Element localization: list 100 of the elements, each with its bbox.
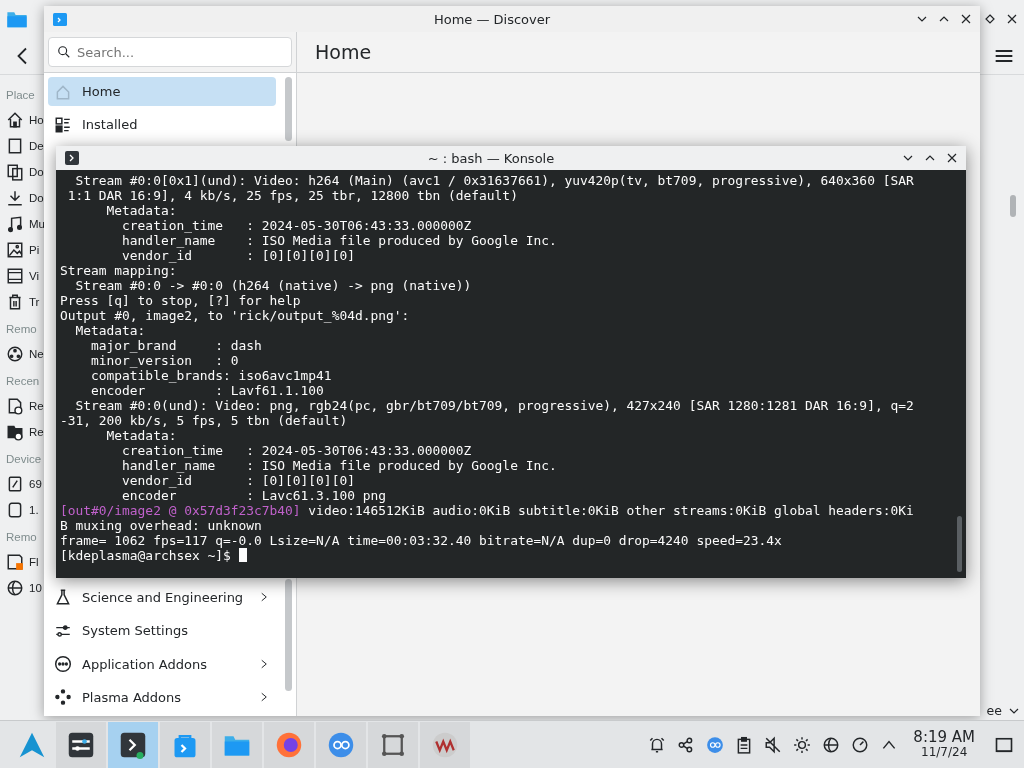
places-section-header: Recen <box>6 375 40 389</box>
terminal-line: Metadata: <box>105 203 177 218</box>
gauge-icon <box>851 735 870 754</box>
scrollbar-thumb[interactable] <box>284 77 292 141</box>
globe-icon <box>822 735 841 754</box>
globe-icon <box>6 579 24 597</box>
sliders-icon <box>67 730 95 759</box>
close-button[interactable] <box>960 13 972 25</box>
clock[interactable]: 8:19 AM 11/7/24 <box>913 729 975 760</box>
place-item[interactable]: Mu <box>29 218 45 230</box>
terminal-line: compatible_brands: iso6avc1mp41 <box>90 368 332 383</box>
terminal-line: creation_time : 2024-05-30T06:43:33.000000Z <box>121 218 472 233</box>
sidebar-item[interactable]: Science and Engineering <box>48 582 276 612</box>
terminal-line: Stream #0:0 -> #0:0 (h264 (native) -> png (native)) <box>74 278 472 293</box>
sidebar-item[interactable]: Installed <box>48 110 276 140</box>
task-button[interactable] <box>264 721 314 768</box>
sidebar-item[interactable]: System Settings <box>48 616 276 646</box>
terminal-line: 1:1 DAR 16:9], 4 kb/s, 25 fps, 25 tbr, 12800 tbn (default) <box>66 188 518 203</box>
window-title: ~ : bash — Konsole <box>426 150 556 166</box>
documents-icon <box>6 163 24 181</box>
task-button[interactable] <box>56 721 106 768</box>
places-section-header: Remo <box>6 323 37 337</box>
terminal-line: handler_name : ISO Media file produced by Google Inc. <box>121 458 557 473</box>
house-icon <box>6 111 24 129</box>
terminal-line: vendor_id : [0][0][0][0] <box>121 248 355 263</box>
recent-folder-icon <box>6 423 24 441</box>
place-item[interactable]: 69 <box>29 478 42 490</box>
place-item[interactable]: 1. <box>29 504 39 516</box>
place-item[interactable]: De <box>29 140 44 152</box>
page-heading: Home <box>315 41 372 63</box>
terminal-icon <box>64 150 80 166</box>
place-item[interactable]: Pi <box>29 244 40 256</box>
terminal-line: encoder : Lavf61.1.100 <box>90 383 324 398</box>
list-icon <box>54 116 72 134</box>
muted-speaker-icon <box>764 735 783 754</box>
alarm-bell-icon <box>648 735 667 754</box>
terminal-line: Output #0, image2, to 'rick/output_%04d.png': <box>60 308 410 323</box>
scrollbar-thumb[interactable] <box>284 579 292 691</box>
terminal-line: Metadata: <box>74 323 146 338</box>
terminal-line: B muxing overhead: unknown <box>60 518 262 533</box>
task-button[interactable] <box>368 721 418 768</box>
recent-document-icon <box>6 397 24 415</box>
place-item[interactable]: 10 <box>29 582 42 594</box>
terminal-line: major_brand : dash <box>90 338 262 353</box>
drive-icon <box>6 475 24 493</box>
search-field[interactable]: Search... <box>48 37 292 67</box>
window-title: Home — Discover <box>432 11 552 27</box>
download-icon <box>6 189 24 207</box>
music-note-icon <box>6 215 24 233</box>
terminal-tag: [out#0/image2 @ 0x57d3f23c7b40] <box>60 503 301 518</box>
terminal-line: video:146512KiB audio:0KiB subtitle:0KiB other streams:0KiB global headers:0Ki <box>307 503 914 518</box>
task-button[interactable] <box>420 721 470 768</box>
sidebar-item[interactable]: Application Addons <box>48 649 276 679</box>
shopping-bag-icon <box>52 11 68 27</box>
places-section-header: Device <box>6 453 42 467</box>
trash-icon <box>6 293 24 311</box>
image-icon <box>6 241 24 259</box>
place-item[interactable]: Ho <box>29 114 44 126</box>
place-item[interactable]: Tr <box>29 296 40 308</box>
qb-icon <box>327 730 355 759</box>
sidebar-item[interactable]: Plasma Addons <box>48 682 276 712</box>
restore-button[interactable] <box>984 13 996 25</box>
document-icon <box>6 137 24 155</box>
terminal-line: creation_time : 2024-05-30T06:43:33.000000Z <box>121 443 472 458</box>
drive-icon <box>6 501 24 519</box>
place-item[interactable]: Re <box>29 426 44 438</box>
flask-icon <box>54 588 72 607</box>
terminal-line: Press [q] to stop, [?] for help <box>60 293 301 308</box>
terminal-line: encoder : Lavc61.3.100 png <box>121 488 386 503</box>
terminal-line: Metadata: <box>105 428 177 443</box>
floppy-icon <box>6 553 24 571</box>
status-text: ee <box>986 703 1002 718</box>
vm-logo-icon <box>431 730 459 759</box>
dots-icon <box>54 688 72 707</box>
terminal-line: [kdeplasma@archsex ~]$ <box>60 548 232 563</box>
terminal-line: vendor_id : [0][0][0][0] <box>121 473 355 488</box>
places-section-header: Remo <box>6 531 37 545</box>
place-item[interactable]: Ne <box>29 348 44 360</box>
terminal-line: -31, 200 kb/s, 5 fps, 5 tbn (default) <box>60 413 348 428</box>
place-item[interactable]: Vi <box>29 270 40 282</box>
search-icon <box>57 45 71 59</box>
dots-circle-icon <box>54 655 72 673</box>
task-button[interactable] <box>108 721 158 768</box>
terminal-line: Stream mapping: <box>60 263 177 278</box>
close-button[interactable] <box>1006 13 1018 25</box>
fox-globe-icon <box>275 730 303 759</box>
brightness-icon <box>793 735 812 754</box>
terminal-line: minor_version : 0 <box>90 353 239 368</box>
terminal-line: Stream #0:0(und): Video: png, rgb24(pc, gbr/bt709/bt709, progressive), 427x240 [SAR 1280:1281 DAR 16:9], q=2 <box>74 398 914 413</box>
film-icon <box>6 267 24 285</box>
place-item[interactable]: Do <box>29 192 44 204</box>
place-item[interactable]: Re <box>29 400 44 412</box>
place-item[interactable]: Fl <box>29 556 39 568</box>
place-item[interactable]: Do <box>29 166 44 178</box>
terminal-line: frame= 1062 fps=117 q=-0.0 Lsize=N/A time=00:03:32.40 bitrate=N/A dup=0 drop=4240 speed=23.4x <box>60 533 782 548</box>
close-button[interactable] <box>946 152 958 164</box>
qb-icon <box>706 735 725 754</box>
terminal-line: Stream #0:0[0x1](und): Video: h264 (Main) (avc1 / 0x31637661), yuv420p(tv, bt709, progressive), 640x360 [SAR <box>74 173 914 188</box>
terminal-line: handler_name : ISO Media file produced by Google Inc. <box>121 233 557 248</box>
sidebar-item[interactable]: Home <box>48 77 276 107</box>
